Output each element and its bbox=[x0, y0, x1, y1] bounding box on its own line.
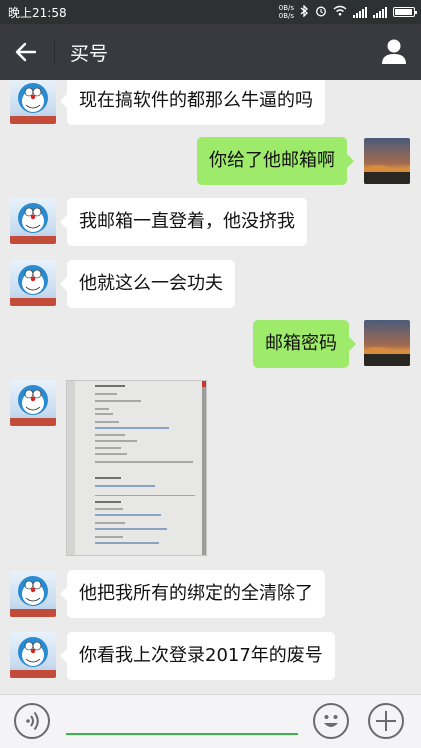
sunset-avatar bbox=[364, 165, 410, 184]
chat-title: 买号 bbox=[70, 43, 109, 65]
image-edge-mark bbox=[202, 381, 206, 387]
sender-avatar[interactable] bbox=[10, 198, 56, 244]
emoji-button[interactable] bbox=[313, 703, 349, 739]
chat-info-button[interactable] bbox=[379, 36, 409, 66]
input-bar bbox=[0, 694, 421, 748]
sender-avatar[interactable] bbox=[10, 571, 56, 617]
net-down-speed: 0B/s bbox=[278, 12, 294, 20]
message-input[interactable] bbox=[66, 733, 298, 735]
alarm-icon bbox=[315, 5, 327, 20]
voice-input-button[interactable] bbox=[14, 703, 50, 739]
received-message[interactable]: 你看我上次登录2017年的废号 bbox=[60, 632, 335, 680]
voice-icon bbox=[26, 711, 39, 731]
received-message[interactable]: 我邮箱一直登着，他没挤我 bbox=[60, 198, 307, 246]
sender-avatar[interactable] bbox=[10, 632, 56, 678]
doraemon-avatar bbox=[10, 576, 56, 617]
doraemon-avatar bbox=[10, 637, 56, 678]
screenshot-content bbox=[75, 381, 202, 555]
sender-avatar[interactable] bbox=[10, 260, 56, 306]
doraemon-avatar bbox=[10, 385, 56, 426]
signal-icon bbox=[353, 6, 367, 18]
wifi-icon bbox=[333, 5, 347, 19]
received-message[interactable]: 现在搞软件的都那么牛逼的吗 bbox=[60, 80, 325, 125]
chat-area[interactable]: 现在搞软件的都那么牛逼的吗 你给了他邮箱啊 我邮箱一直登着，他没挤我 他就这么一… bbox=[0, 80, 421, 694]
emoji-icon bbox=[324, 715, 338, 727]
doraemon-avatar bbox=[10, 265, 56, 306]
net-up-speed: 0B/s bbox=[278, 4, 294, 12]
my-avatar[interactable] bbox=[364, 138, 410, 184]
sent-message[interactable]: 你给了他邮箱啊 bbox=[197, 137, 354, 185]
sunset-avatar bbox=[364, 347, 410, 366]
sender-avatar[interactable] bbox=[10, 80, 56, 124]
more-button[interactable] bbox=[368, 703, 404, 739]
title-divider bbox=[54, 40, 55, 64]
status-bar: 晚上21:58 0B/s 0B/s bbox=[0, 0, 421, 24]
bluetooth-icon bbox=[300, 3, 309, 20]
signal-icon bbox=[373, 6, 387, 18]
image-message[interactable] bbox=[66, 380, 207, 556]
arrow-left-icon bbox=[15, 42, 37, 62]
status-time: 晚上21:58 bbox=[8, 6, 67, 20]
title-bar: 买号 bbox=[0, 24, 421, 80]
back-button[interactable] bbox=[10, 38, 42, 66]
sent-message[interactable]: 邮箱密码 bbox=[253, 320, 356, 368]
doraemon-avatar bbox=[10, 203, 56, 244]
my-avatar[interactable] bbox=[364, 320, 410, 366]
sender-avatar[interactable] bbox=[10, 380, 56, 426]
received-message[interactable]: 他把我所有的绑定的全清除了 bbox=[60, 570, 325, 618]
received-message[interactable]: 他就这么一会功夫 bbox=[60, 260, 235, 308]
doraemon-avatar bbox=[10, 83, 56, 124]
network-speed: 0B/s 0B/s bbox=[279, 4, 294, 20]
status-icons: 0B/s 0B/s bbox=[279, 3, 417, 20]
image-edge bbox=[202, 381, 206, 555]
person-icon bbox=[382, 39, 406, 64]
battery-icon bbox=[393, 7, 417, 17]
plus-icon bbox=[376, 711, 396, 731]
